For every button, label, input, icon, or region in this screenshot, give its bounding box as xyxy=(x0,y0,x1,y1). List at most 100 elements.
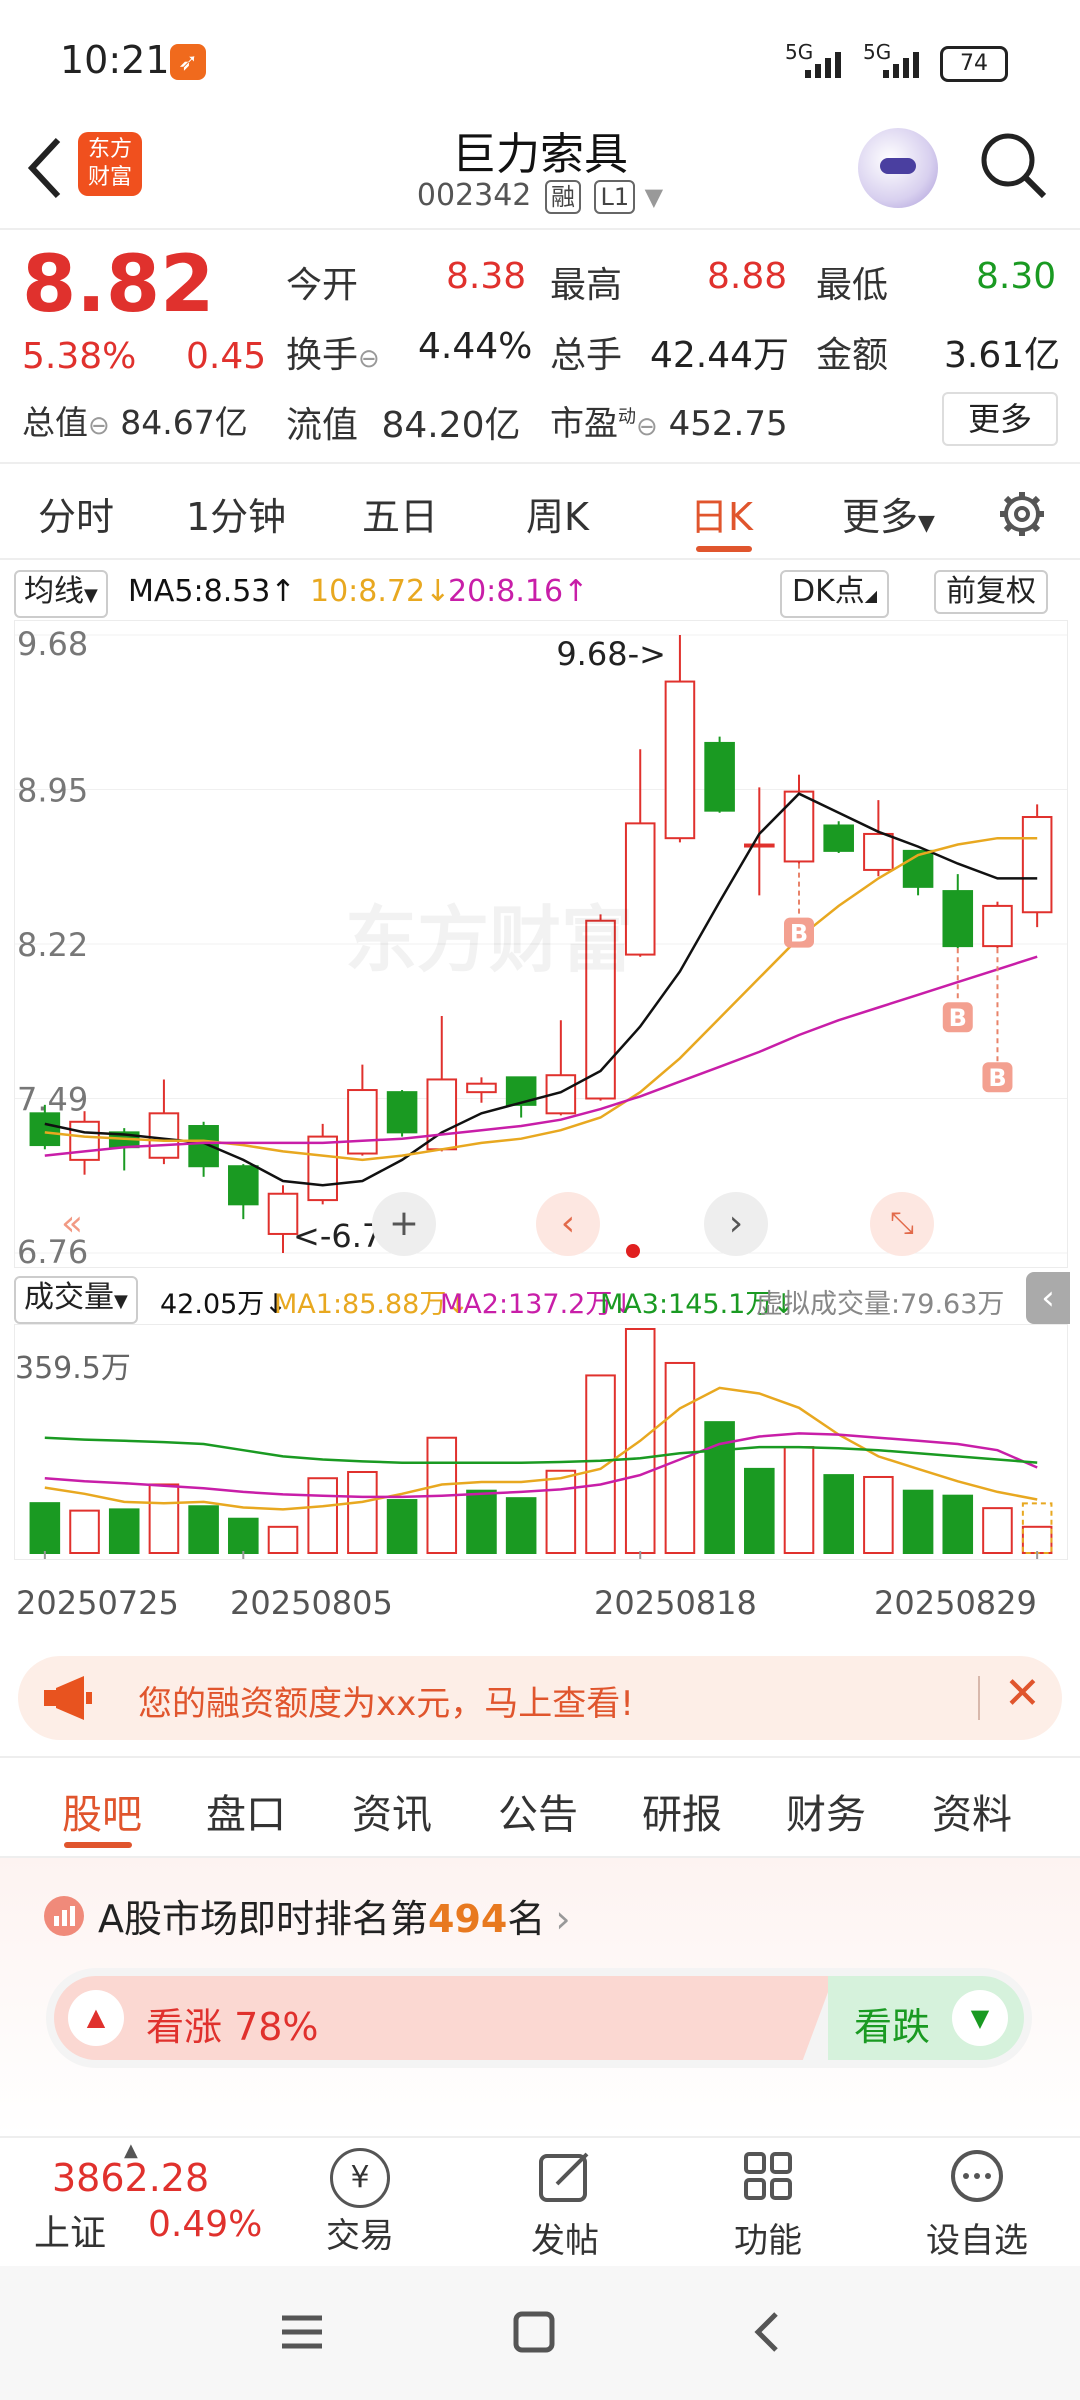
robot-assistant-icon[interactable] xyxy=(858,128,938,208)
index-name[interactable]: 上证 xyxy=(34,2204,106,2256)
down-arrow-icon[interactable]: ▼ xyxy=(952,1990,1008,2046)
high-value: 8.88 xyxy=(707,256,788,297)
tab-forum[interactable]: 股吧 xyxy=(62,1782,142,1840)
market-cap-label: 总值 xyxy=(22,403,88,442)
pe-value: 452.75 xyxy=(668,404,788,444)
add-icon[interactable]: + xyxy=(372,1192,436,1256)
search-icon xyxy=(981,133,1047,199)
post-button[interactable]: 发帖 xyxy=(515,2148,615,2262)
functions-label: 功能 xyxy=(734,2221,802,2261)
candle xyxy=(386,1090,418,1137)
turnover-label[interactable]: 换手⊖ xyxy=(286,326,380,378)
signal-icon-2 xyxy=(883,48,931,82)
candle-body xyxy=(744,843,775,848)
tab-orderbook[interactable]: 盘口 xyxy=(206,1782,286,1840)
ma10-value: 10:8.72↓ xyxy=(310,574,451,609)
edit-icon xyxy=(539,2152,589,2202)
pe-sup: 动 xyxy=(618,406,636,428)
tab-day-k[interactable]: 日K xyxy=(690,486,753,541)
candle-body xyxy=(942,890,974,948)
ranking-chart-icon xyxy=(44,1896,84,1936)
volume-bar xyxy=(863,1475,894,1554)
index-pct[interactable]: 0.49% xyxy=(148,2204,262,2245)
more-button[interactable]: 更多 xyxy=(942,392,1058,446)
nav-back-icon[interactable] xyxy=(748,2310,788,2358)
add-watchlist-button[interactable]: 设自选 xyxy=(912,2148,1042,2262)
ma5-value: MA5:8.53↑ xyxy=(128,574,296,609)
close-icon[interactable]: ✕ xyxy=(1004,1668,1041,1719)
expand-icon[interactable]: ⤡ xyxy=(870,1192,934,1256)
tabs-divider xyxy=(0,558,1080,560)
menu-icon[interactable] xyxy=(280,2312,324,2356)
functions-button[interactable]: 功能 xyxy=(718,2148,818,2262)
tab-finance[interactable]: 财务 xyxy=(786,1782,866,1840)
tab-week-k[interactable]: 周K xyxy=(526,486,589,541)
ranking-number: 494 xyxy=(428,1897,508,1941)
chart-settings-button[interactable] xyxy=(996,488,1048,544)
b-marker-label: B xyxy=(790,920,808,948)
section-tab-indicator xyxy=(64,1842,132,1848)
adjustment-button[interactable]: 前复权 xyxy=(934,570,1048,614)
open-value: 8.38 xyxy=(446,256,527,297)
candle-body xyxy=(1021,816,1053,914)
info-icon: ⊖ xyxy=(636,412,658,442)
candle xyxy=(863,800,894,877)
candle xyxy=(148,1079,180,1165)
notification-app-icon: ➶ xyxy=(170,44,206,80)
volume-bar xyxy=(29,1502,61,1554)
tab-timeshare[interactable]: 分时 xyxy=(38,486,114,541)
grid-icon xyxy=(744,2152,792,2200)
b-marker-label: B xyxy=(949,1004,967,1032)
section-tabs: 股吧 盘口 资讯 公告 研报 财务 资料 xyxy=(0,1760,1080,1856)
dk-point-button[interactable]: DK点◢ xyxy=(780,570,890,618)
candle xyxy=(545,1020,577,1116)
tab-5day[interactable]: 五日 xyxy=(362,486,438,541)
candle-body xyxy=(347,1089,378,1155)
float-cap-row: 流值 84.20亿 xyxy=(286,396,521,448)
volume-bar xyxy=(902,1489,934,1554)
ma-select[interactable]: 均线▼ xyxy=(14,570,108,618)
date-label: 20250829 xyxy=(874,1584,1037,1622)
volume-chart[interactable]: 359.5万 xyxy=(14,1324,1068,1560)
home-icon[interactable] xyxy=(512,2310,556,2358)
pe-row[interactable]: 市盈动⊖ 452.75 xyxy=(550,396,788,445)
level-badge: L1 xyxy=(594,180,636,214)
trade-button[interactable]: ¥ 交易 xyxy=(310,2148,410,2257)
caret-down-icon: ▼ xyxy=(644,183,664,211)
more-dots-icon xyxy=(951,2150,1003,2202)
market-cap-row[interactable]: 总值⊖ 84.67亿 xyxy=(22,396,248,444)
promo-text: 您的融资额度为xx元，马上查看! xyxy=(138,1684,634,1724)
volume-bar xyxy=(664,1361,696,1554)
up-arrow-icon[interactable]: ▲ xyxy=(68,1990,124,2046)
promo-banner[interactable]: 您的融资额度为xx元，马上查看! ✕ xyxy=(18,1656,1062,1740)
tab-research[interactable]: 研报 xyxy=(642,1782,722,1840)
volume-bar xyxy=(744,1467,775,1554)
tab-profile[interactable]: 资料 xyxy=(932,1782,1012,1840)
tab-announcements[interactable]: 公告 xyxy=(498,1782,578,1840)
collapse-panel-icon[interactable]: ‹ xyxy=(1026,1272,1070,1324)
tab-1min[interactable]: 1分钟 xyxy=(186,486,286,541)
candle xyxy=(783,774,815,864)
margin-badge: 融 xyxy=(544,180,581,214)
volume-select[interactable]: 成交量▼ xyxy=(14,1276,138,1324)
tab-more[interactable]: 更多▼ xyxy=(842,486,935,541)
search-button[interactable] xyxy=(978,130,1048,204)
volume-bar xyxy=(228,1517,259,1554)
max-price-marker: 9.68-> xyxy=(556,635,666,673)
volume-bar xyxy=(307,1477,338,1555)
candlestick-chart[interactable]: 9.68 8.95 8.22 7.49 6.76 B B B 9.68-> <-6.76 东方财富 xyxy=(14,620,1068,1268)
tab-news[interactable]: 资讯 xyxy=(352,1782,432,1840)
change-amount: 0.45 xyxy=(186,336,267,377)
candle-body xyxy=(664,680,696,840)
volume-bar xyxy=(267,1525,299,1555)
float-cap-label: 流值 xyxy=(286,405,359,446)
bottom-nav: ▲ 3862.28 上证 0.49% ¥ 交易 发帖 功能 设自选 xyxy=(0,2138,1080,2262)
prev-arrow-icon[interactable]: ‹ xyxy=(536,1192,600,1256)
ma20-value: 20:8.16↑ xyxy=(448,574,589,609)
volume-bar xyxy=(982,1507,1013,1555)
zoom-out-icon[interactable]: « xyxy=(40,1192,104,1256)
index-value[interactable]: 3862.28 xyxy=(52,2156,209,2200)
volume-bar xyxy=(386,1499,418,1554)
next-arrow-icon[interactable]: › xyxy=(704,1192,768,1256)
ranking-text[interactable]: A股市场即时排名第494名 › xyxy=(98,1888,571,1943)
